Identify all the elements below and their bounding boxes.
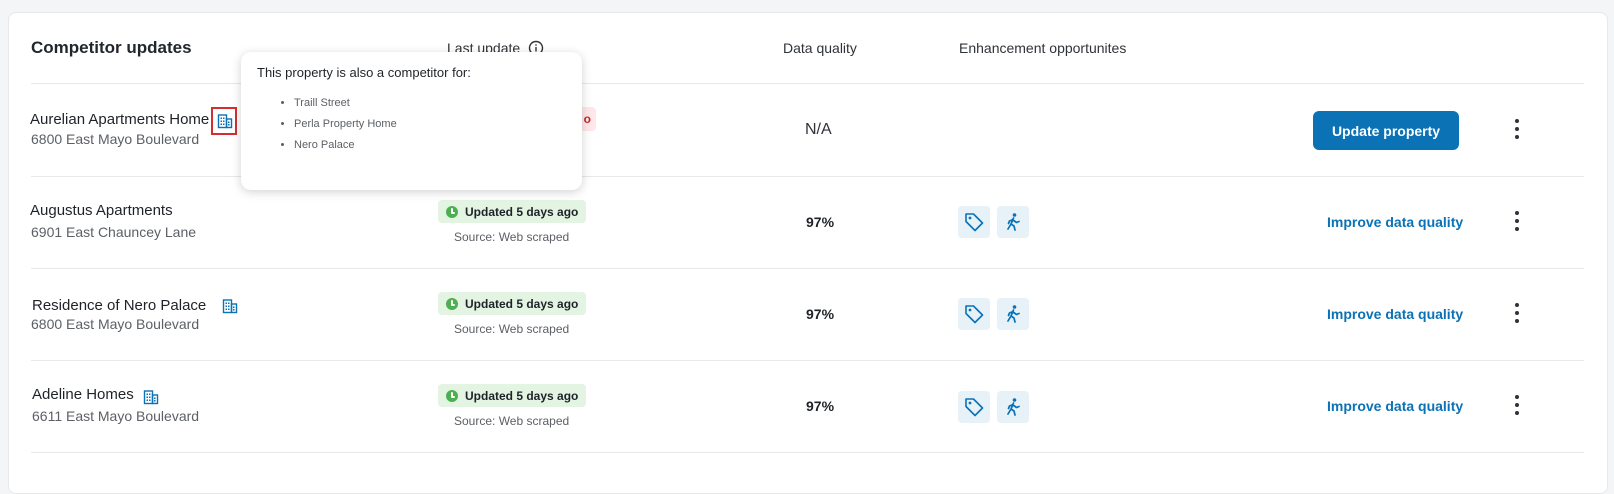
property-address: 6611 East Mayo Boulevard [32, 408, 200, 424]
tag-icon[interactable] [958, 391, 990, 423]
walking-person-icon[interactable] [997, 391, 1029, 423]
column-header-data-quality: Data quality [783, 40, 857, 56]
source-label: Source: Web scraped [454, 414, 570, 428]
divider [31, 360, 1584, 361]
tooltip-list-item: Traill Street [294, 96, 397, 117]
more-vertical-icon[interactable] [1512, 117, 1522, 141]
walking-person-icon[interactable] [997, 298, 1029, 330]
improve-data-quality-link[interactable]: Improve data quality [1327, 398, 1463, 414]
source-label: Source: Web scraped [454, 230, 570, 244]
more-vertical-icon[interactable] [1512, 209, 1522, 233]
building-icon-highlight [211, 107, 237, 135]
building-icon[interactable] [142, 388, 160, 406]
column-header-enhancement: Enhancement opportunites [959, 40, 1127, 56]
property-name[interactable]: Augustus Apartments [30, 202, 173, 219]
walking-person-icon[interactable] [997, 206, 1029, 238]
more-vertical-icon[interactable] [1512, 393, 1522, 417]
property-name[interactable]: Aurelian Apartments Home [30, 111, 209, 128]
more-vertical-icon[interactable] [1512, 301, 1522, 325]
source-label: Source: Web scraped [454, 322, 570, 336]
tooltip-list: Traill Street Perla Property Home Nero P… [278, 96, 397, 159]
competitor-tooltip: This property is also a competitor for: … [241, 52, 582, 190]
improve-data-quality-link[interactable]: Improve data quality [1327, 214, 1463, 230]
building-icon[interactable] [221, 297, 239, 315]
improve-data-quality-link[interactable]: Improve data quality [1327, 306, 1463, 322]
status-badge-label: Updated 5 days ago [465, 388, 579, 403]
clock-icon [446, 297, 458, 310]
property-address: 6901 East Chauncey Lane [31, 224, 197, 240]
data-quality-value: 97% [806, 398, 835, 414]
property-name[interactable]: Adeline Homes [32, 386, 134, 403]
status-badge-label: Updated 5 days ago [465, 204, 579, 219]
status-badge: Updated 5 days ago [438, 384, 587, 407]
tooltip-list-item: Nero Palace [294, 138, 397, 159]
property-address: 6800 East Mayo Boulevard [31, 316, 200, 332]
tooltip-list-item: Perla Property Home [294, 117, 397, 138]
property-name[interactable]: Residence of Nero Palace [32, 297, 206, 314]
divider [31, 268, 1584, 269]
status-badge: Updated 5 days ago [438, 200, 587, 223]
divider [31, 452, 1584, 453]
update-property-button[interactable]: Update property [1313, 111, 1459, 150]
tooltip-heading: This property is also a competitor for: [257, 65, 471, 80]
data-quality-value: 97% [806, 214, 835, 230]
tag-icon[interactable] [958, 206, 990, 238]
property-address: 6800 East Mayo Boulevard [31, 131, 200, 147]
page-title: Competitor updates [31, 38, 192, 57]
clock-icon [446, 389, 458, 402]
clock-icon [446, 205, 458, 218]
data-quality-value: 97% [806, 306, 835, 322]
tag-icon[interactable] [958, 298, 990, 330]
data-quality-value: N/A [805, 121, 832, 138]
status-badge: Updated 5 days ago [438, 292, 587, 315]
status-badge-label: Updated 5 days ago [465, 296, 579, 311]
